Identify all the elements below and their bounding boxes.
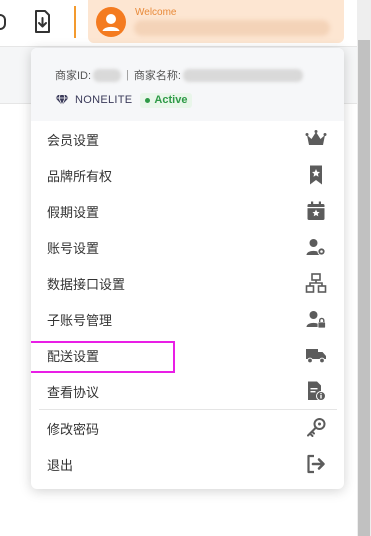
welcome-label: Welcome <box>135 7 177 18</box>
diamond-icon <box>55 94 69 106</box>
menu-item-change-password[interactable]: 修改密码 <box>31 410 344 446</box>
scrollbar[interactable] <box>357 0 371 536</box>
merchant-id-redacted <box>93 68 122 82</box>
menu-item-label: 数据接口设置 <box>47 276 126 292</box>
menu-item-label: 退出 <box>47 457 74 473</box>
menu-item-account-settings[interactable]: 账号设置 <box>31 229 344 265</box>
menu-item-view-agreement[interactable]: 查看协议 <box>31 373 344 409</box>
truck-icon <box>305 344 327 366</box>
bookmark-star-icon <box>305 164 327 186</box>
menu-item-label: 账号设置 <box>47 240 100 256</box>
merchant-info-line: 商家ID: | 商家名称: <box>55 68 344 82</box>
username-redacted <box>134 20 330 36</box>
crown-icon <box>305 128 327 150</box>
key-icon <box>305 417 327 439</box>
status-dot <box>145 97 151 103</box>
menu-item-label: 子账号管理 <box>47 312 113 328</box>
account-dropdown: 商家ID: | 商家名称: NONELITE Active 会员设置 品牌所有权… <box>31 48 344 489</box>
menu-item-data-api-settings[interactable]: 数据接口设置 <box>31 265 344 301</box>
user-lock-icon <box>305 308 327 330</box>
menu-item-label: 修改密码 <box>47 421 100 437</box>
menu-item-logout[interactable]: 退出 <box>31 446 344 482</box>
scrollbar-thumb[interactable] <box>358 40 370 536</box>
logout-icon <box>305 453 327 475</box>
document-info-icon <box>305 380 327 402</box>
status-badge: Active <box>140 92 193 108</box>
user-icon <box>102 14 120 31</box>
account-info: 商家ID: | 商家名称: NONELITE Active <box>31 48 344 121</box>
menu-item-brand-ownership[interactable]: 品牌所有权 <box>31 157 344 193</box>
info-separator: | <box>126 69 129 81</box>
merchant-name-label: 商家名称: <box>133 70 181 82</box>
calendar-star-icon <box>305 200 327 222</box>
menu-item-label: 假期设置 <box>47 204 100 220</box>
menu-item-holiday-settings[interactable]: 假期设置 <box>31 193 344 229</box>
menu-item-label: 会员设置 <box>47 132 100 148</box>
status-text: Active <box>154 94 188 106</box>
download-icon[interactable] <box>30 9 54 35</box>
menu-item-label: 查看协议 <box>47 384 100 400</box>
top-bar: Welcome <box>0 0 371 46</box>
merchant-id-label: 商家ID: <box>55 70 92 82</box>
menu-item-membership-settings[interactable]: 会员设置 <box>31 121 344 157</box>
menu-item-label: 配送设置 <box>47 348 100 364</box>
menu-item-sub-account-management[interactable]: 子账号管理 <box>31 301 344 337</box>
user-gear-icon <box>305 236 327 258</box>
merchant-name-redacted <box>182 68 303 82</box>
avatar <box>96 7 126 37</box>
plan-name: NONELITE <box>75 94 133 106</box>
partial-icon[interactable] <box>0 14 6 30</box>
topbar-divider <box>74 6 76 38</box>
menu-item-shipping-settings[interactable]: 配送设置 <box>31 337 344 373</box>
plan-line: NONELITE Active <box>55 92 344 108</box>
network-icon <box>305 272 327 294</box>
user-menu-trigger[interactable]: Welcome <box>88 0 344 43</box>
menu-list: 会员设置 品牌所有权 假期设置 账号设置 数据接口设置 子账号管理 配送设置 查… <box>31 121 344 482</box>
menu-item-label: 品牌所有权 <box>47 168 113 184</box>
